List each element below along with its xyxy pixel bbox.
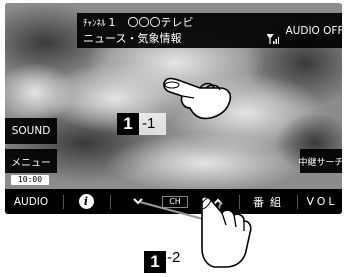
sound-button[interactable]: SOUND xyxy=(5,118,57,144)
chevron-up-icon xyxy=(213,198,223,205)
info-icon: i xyxy=(78,194,94,209)
divider xyxy=(297,195,298,209)
channel-up-button[interactable] xyxy=(209,189,227,214)
channel-down-button[interactable] xyxy=(129,189,147,214)
channel-info-box: ﾁｬﾝﾈﾙ 1 〇〇〇テレビ ニュース・気象情報 xyxy=(77,13,287,48)
callout-1-suffix: -1 xyxy=(142,115,156,132)
divider xyxy=(110,195,111,209)
volume-button[interactable]: VOL xyxy=(303,189,341,214)
audio-button[interactable]: AUDIO xyxy=(9,189,53,214)
callout-2-suffix: -2 xyxy=(167,249,181,266)
ch-label: CH xyxy=(158,189,192,214)
relay-search-button[interactable]: 中継サーチ xyxy=(299,149,342,173)
signal-strength-icon xyxy=(267,34,279,44)
menu-button[interactable]: メニュー xyxy=(5,149,57,173)
bottom-bar: AUDIO i CH 番組 VOL xyxy=(5,189,342,214)
divider xyxy=(63,195,64,209)
channel-number: 1 xyxy=(108,16,116,29)
tv-screen: ﾁｬﾝﾈﾙ 1 〇〇〇テレビ ニュース・気象情報 AUDIO OFF SOUND メ… xyxy=(5,3,342,214)
info-button[interactable]: i xyxy=(75,189,97,214)
channel-prefix: ﾁｬﾝﾈﾙ xyxy=(83,19,106,29)
clock-display: 10:00 xyxy=(11,175,49,185)
station-name: 〇〇〇テレビ xyxy=(127,16,194,29)
callout-1-number: 1 xyxy=(117,113,139,135)
program-guide-button[interactable]: 番組 xyxy=(252,189,288,214)
divider xyxy=(239,195,240,209)
channel-line: ﾁｬﾝﾈﾙ 1 〇〇〇テレビ xyxy=(83,14,194,30)
program-title: ニュース・気象情報 xyxy=(83,32,182,45)
callout-2-number: 1 xyxy=(144,251,166,273)
ch-text: CH xyxy=(162,195,188,208)
audio-off-button[interactable]: AUDIO OFF xyxy=(286,13,342,48)
chevron-down-icon xyxy=(133,198,143,205)
